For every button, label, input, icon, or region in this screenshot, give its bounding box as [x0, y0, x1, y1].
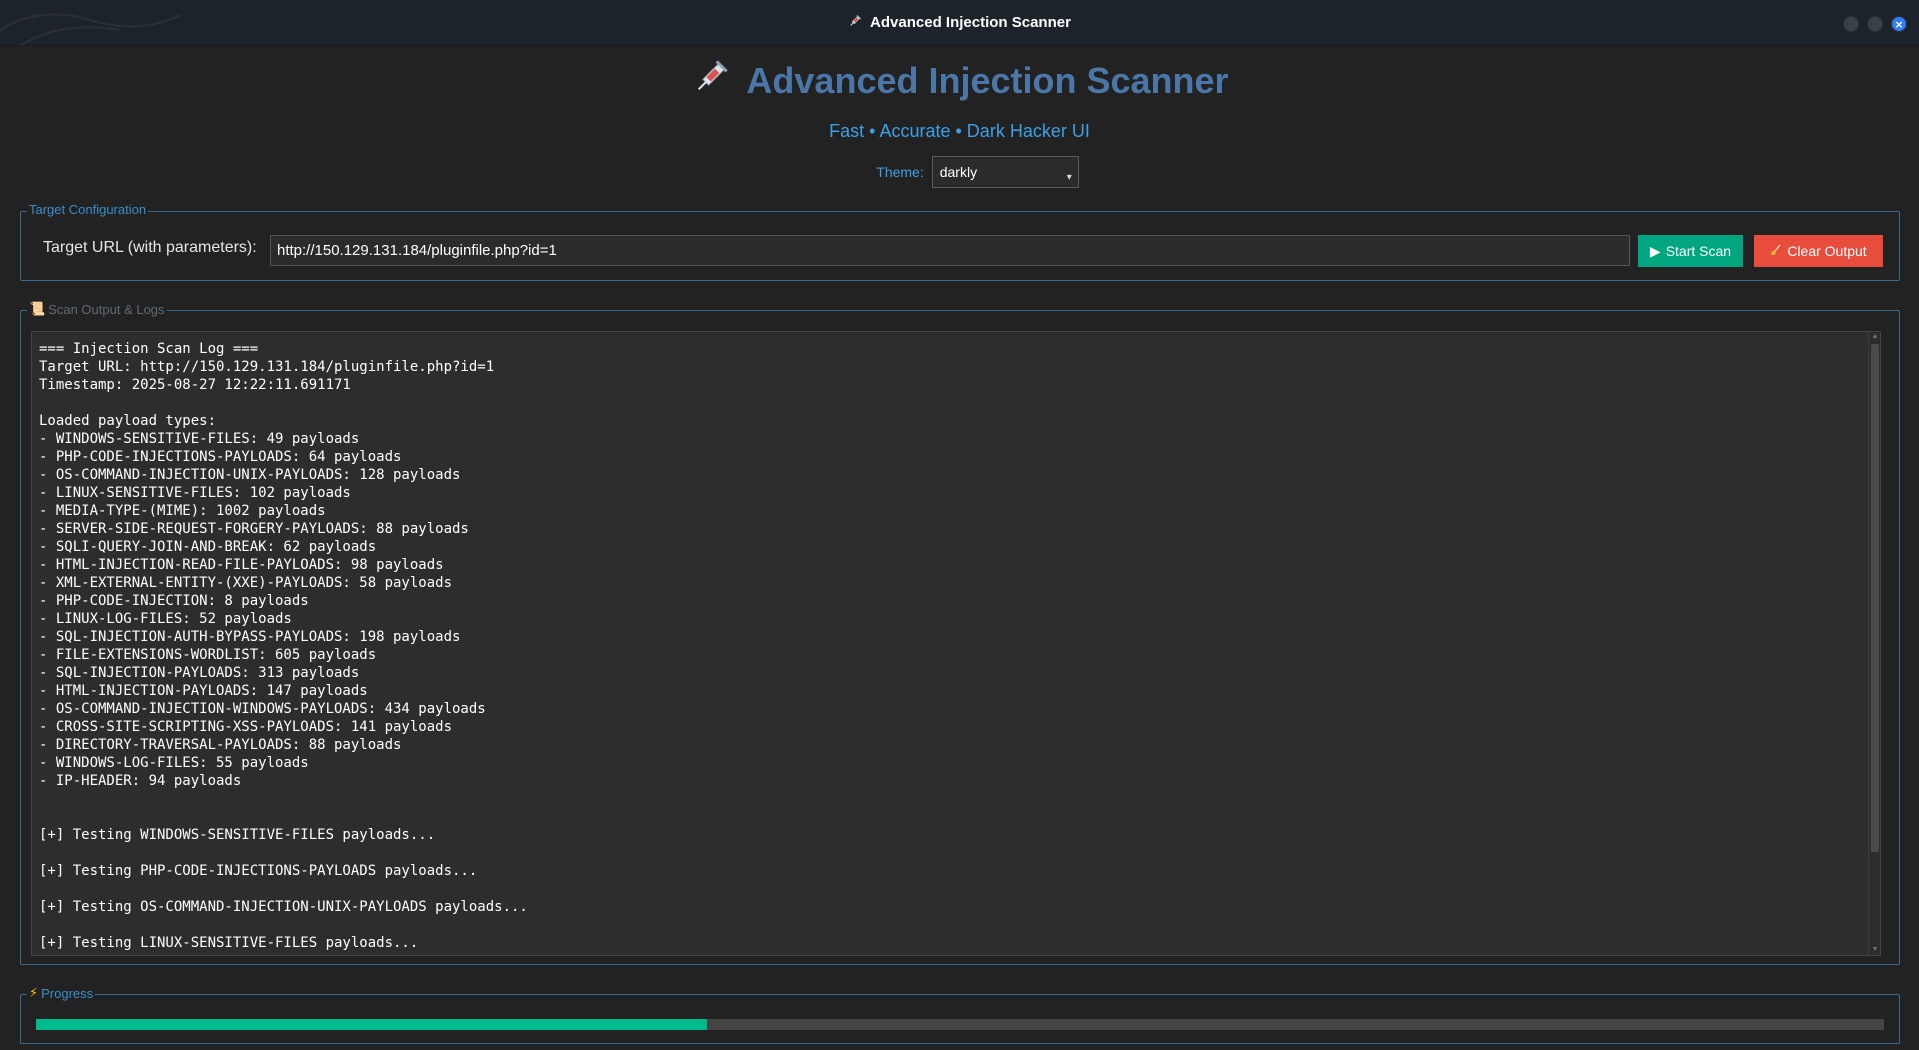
window-controls: × — [1843, 16, 1907, 32]
close-button[interactable]: × — [1891, 16, 1907, 32]
progress-legend: ⚡ Progress — [27, 985, 96, 1001]
chevron-down-icon: ▾ — [1066, 172, 1072, 183]
start-scan-button[interactable]: ▶ Start Scan — [1638, 235, 1743, 267]
progress-bar-fill — [36, 1019, 707, 1030]
clear-output-button[interactable]: Clear Output — [1754, 235, 1883, 267]
progress-bar — [36, 1019, 1884, 1030]
syringe-icon — [848, 14, 862, 32]
theme-select[interactable]: darkly ▾ — [931, 156, 1079, 188]
scan-log-text: === Injection Scan Log === Target URL: h… — [39, 341, 528, 951]
theme-label: Theme: — [876, 164, 924, 180]
log-scrollbar-thumb[interactable] — [1871, 344, 1879, 852]
scan-output-legend-text: Scan Output & Logs — [48, 301, 165, 317]
scroll-down-icon[interactable]: ▼ — [1871, 946, 1879, 954]
syringe-icon — [690, 58, 730, 103]
log-scrollbar[interactable]: ▲ ▼ — [1868, 332, 1880, 955]
scroll-icon: 📜 — [29, 301, 46, 316]
scan-output-legend: 📜 Scan Output & Logs — [27, 301, 167, 317]
target-url-input[interactable]: http://150.129.131.184/pluginfile.php?id… — [270, 235, 1630, 266]
clear-output-label: Clear Output — [1787, 243, 1867, 259]
target-configuration-legend: Target Configuration — [27, 202, 149, 217]
close-icon: × — [1894, 17, 1904, 31]
play-icon: ▶ — [1649, 242, 1661, 259]
app-subtitle: Fast • Accurate • Dark Hacker UI — [829, 121, 1090, 141]
theme-select-value: darkly — [939, 164, 978, 180]
lightning-icon: ⚡ — [29, 985, 39, 1000]
scroll-up-icon[interactable]: ▲ — [1871, 333, 1879, 341]
window-title-text: Advanced Injection Scanner — [870, 14, 1071, 31]
window-title: Advanced Injection Scanner — [848, 14, 1071, 32]
dragon-wallpaper-decoration — [0, 13, 181, 46]
minimize-button[interactable] — [1843, 16, 1859, 32]
progress-frame: ⚡ Progress — [20, 985, 1900, 1044]
window-titlebar: Advanced Injection Scanner × — [0, 0, 1919, 46]
app-title: Advanced Injection Scanner — [0, 58, 1919, 103]
maximize-button[interactable] — [1867, 16, 1883, 32]
target-url-label: Target URL (with parameters): — [43, 239, 257, 256]
app-title-text: Advanced Injection Scanner — [746, 59, 1229, 101]
scan-log-textarea[interactable]: === Injection Scan Log === Target URL: h… — [31, 331, 1881, 956]
progress-legend-text: Progress — [41, 985, 94, 1001]
scan-output-frame: 📜 Scan Output & Logs === Injection Scan … — [20, 301, 1900, 965]
theme-row: Theme: darkly ▾ — [0, 156, 1919, 188]
target-configuration-frame: Target Configuration Target URL (with pa… — [20, 202, 1900, 281]
start-scan-label: Start Scan — [1665, 243, 1732, 259]
broom-icon — [1770, 243, 1782, 259]
app-header: Advanced Injection Scanner Fast • Accura… — [0, 46, 1919, 206]
